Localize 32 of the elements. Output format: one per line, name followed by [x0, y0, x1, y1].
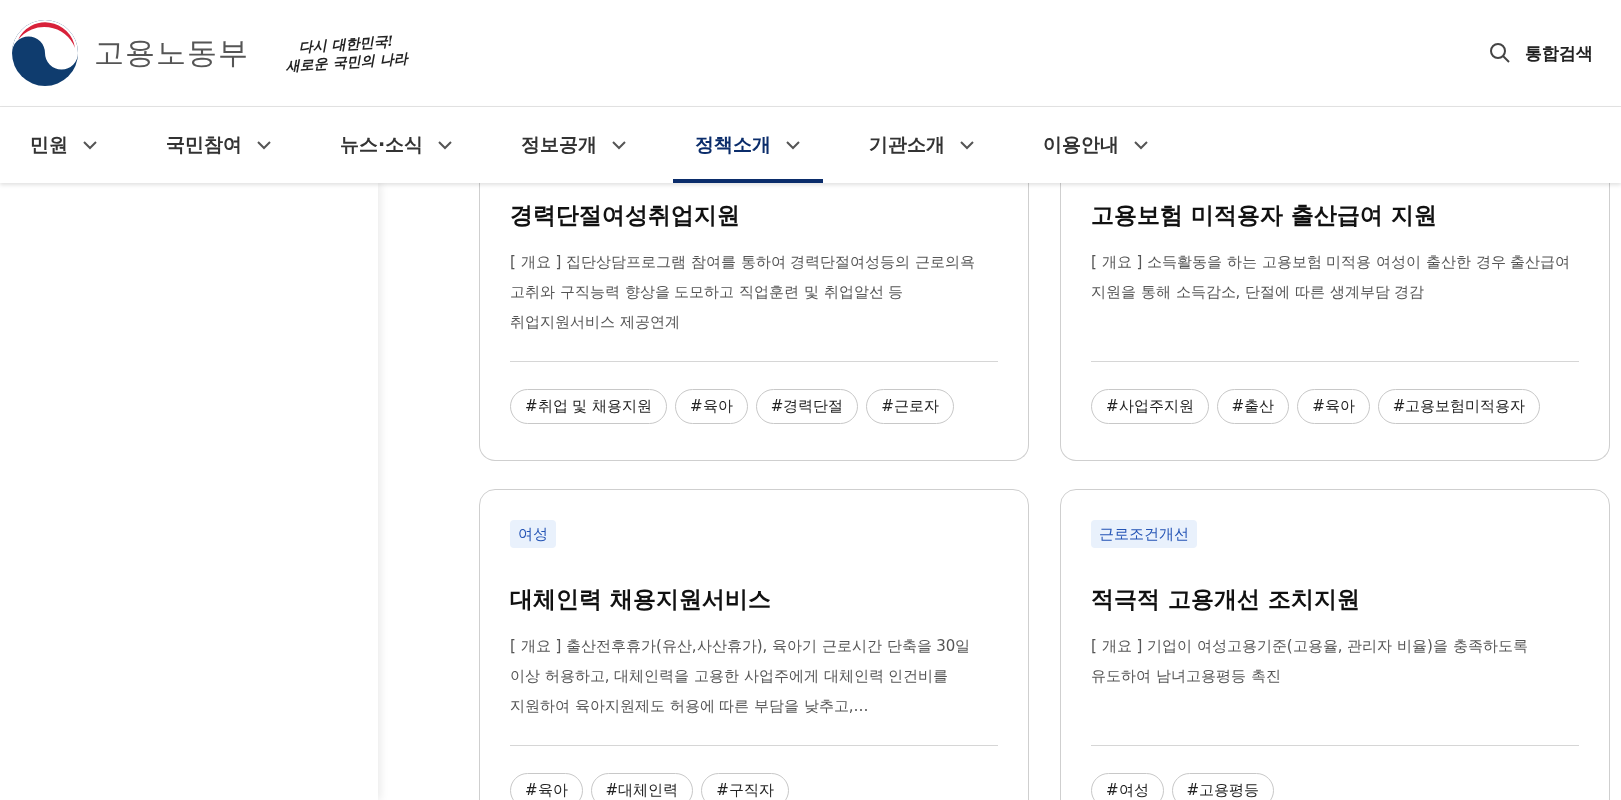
- logo-emblem-icon: [10, 18, 80, 88]
- chevron-down-icon: [437, 140, 454, 150]
- category-badge: 여성: [510, 520, 556, 548]
- search-button[interactable]: 통합검색: [1489, 41, 1593, 65]
- nav-menu-item[interactable]: 국민참여: [144, 107, 294, 183]
- policy-card[interactable]: 고용보험 미적용자 출산급여 지원 [ 개요 ] 소득활동을 하는 고용보험 미적용 여성이 출산한 경우 출산급여 지원을 통해 소득감소, 단절에 따른 생계부담 경감 #사업주지원 #출산 #육아 #고용보험미적용자: [1060, 183, 1610, 461]
- search-icon: [1489, 42, 1511, 64]
- chevron-down-icon: [256, 140, 272, 150]
- card-title: 경력단절여성취업지원: [510, 201, 741, 230]
- card-summary: [ 개요 ] 기업이 여성고용기준(고용율, 관리자 비율)을 충족하도록 유도하여 남녀고용평등 촉진: [1091, 636, 1529, 687]
- chevron-down-icon: [611, 140, 628, 150]
- nav-menu-item[interactable]: 이용안내: [1021, 107, 1172, 183]
- nav-menu-item[interactable]: 기관소개: [847, 107, 998, 183]
- chevron-down-icon: [82, 140, 98, 150]
- category-badge: 근로조건개선: [1091, 520, 1197, 548]
- policy-card[interactable]: 여성 대체인력 채용지원서비스 [ 개요 ] 출산전후휴가(유산,사산휴가), 육아기 근로시간 단축을 30일 이상 허용하고, 대체인력을 고용한 사업주에게 대체인력 인건비를 지원하여 육아지원제도 허용에 따른 부담을 낮추고,… #육아 #대체인력 #구직자: [479, 489, 1029, 800]
- chevron-down-icon: [1133, 140, 1150, 150]
- card-title: 고용보험 미적용자 출산급여 지원: [1091, 201, 1439, 230]
- slogan: 다시 대한민국! 새로운 국민의 나라: [284, 31, 408, 76]
- nav-menu-item[interactable]: 정보공개: [499, 107, 650, 183]
- card-title: 대체인력 채용지원서비스: [510, 585, 772, 614]
- card-summary: [ 개요 ] 소득활동을 하는 고용보험 미적용 여성이 출산한 경우 출산급여 지원을 통해 소득감소, 단절에 따른 생계부담 경감: [1091, 252, 1572, 303]
- card-summary: [ 개요 ] 출산전후휴가(유산,사산휴가), 육아기 근로시간 단축을 30일 이상 허용하고, 대체인력을 고용한 사업주에게 대체인력 인건비를 지원하여 육아지원제도 허용에 따른 부담을 낮추고,…: [510, 636, 972, 717]
- card-summary: [ 개요 ] 집단상담프로그램 참여를 통하여 경력단절여성등의 근로의욕 고취와 구직능력 향상을 도모하고 직업훈련 및 취업알선 등 취업지원서비스 제공연계: [510, 252, 977, 333]
- card-title: 적극적 고용개선 조치지원: [1091, 585, 1361, 614]
- policy-card[interactable]: 경력단절여성취업지원 [ 개요 ] 집단상담프로그램 참여를 통하여 경력단절여성등의 근로의욕 고취와 구직능력 향상을 도모하고 직업훈련 및 취업알선 등 취업지원서비스 제공연계 #취업 및 채용지원 #육아 #경력단절 #근로자: [479, 183, 1029, 461]
- nav-menu-item[interactable]: 민원: [8, 107, 120, 183]
- ministry-name: 고용노동부: [94, 33, 249, 72]
- policy-card[interactable]: 근로조건개선 적극적 고용개선 조치지원 [ 개요 ] 기업이 여성고용기준(고용율, 관리자 비율)을 충족하도록 유도하여 남녀고용평등 촉진 #여성 #고용평등: [1060, 489, 1610, 800]
- chevron-down-icon: [959, 140, 976, 150]
- nav-menu-item[interactable]: 뉴스·소식: [318, 107, 476, 183]
- chevron-down-icon: [785, 140, 802, 150]
